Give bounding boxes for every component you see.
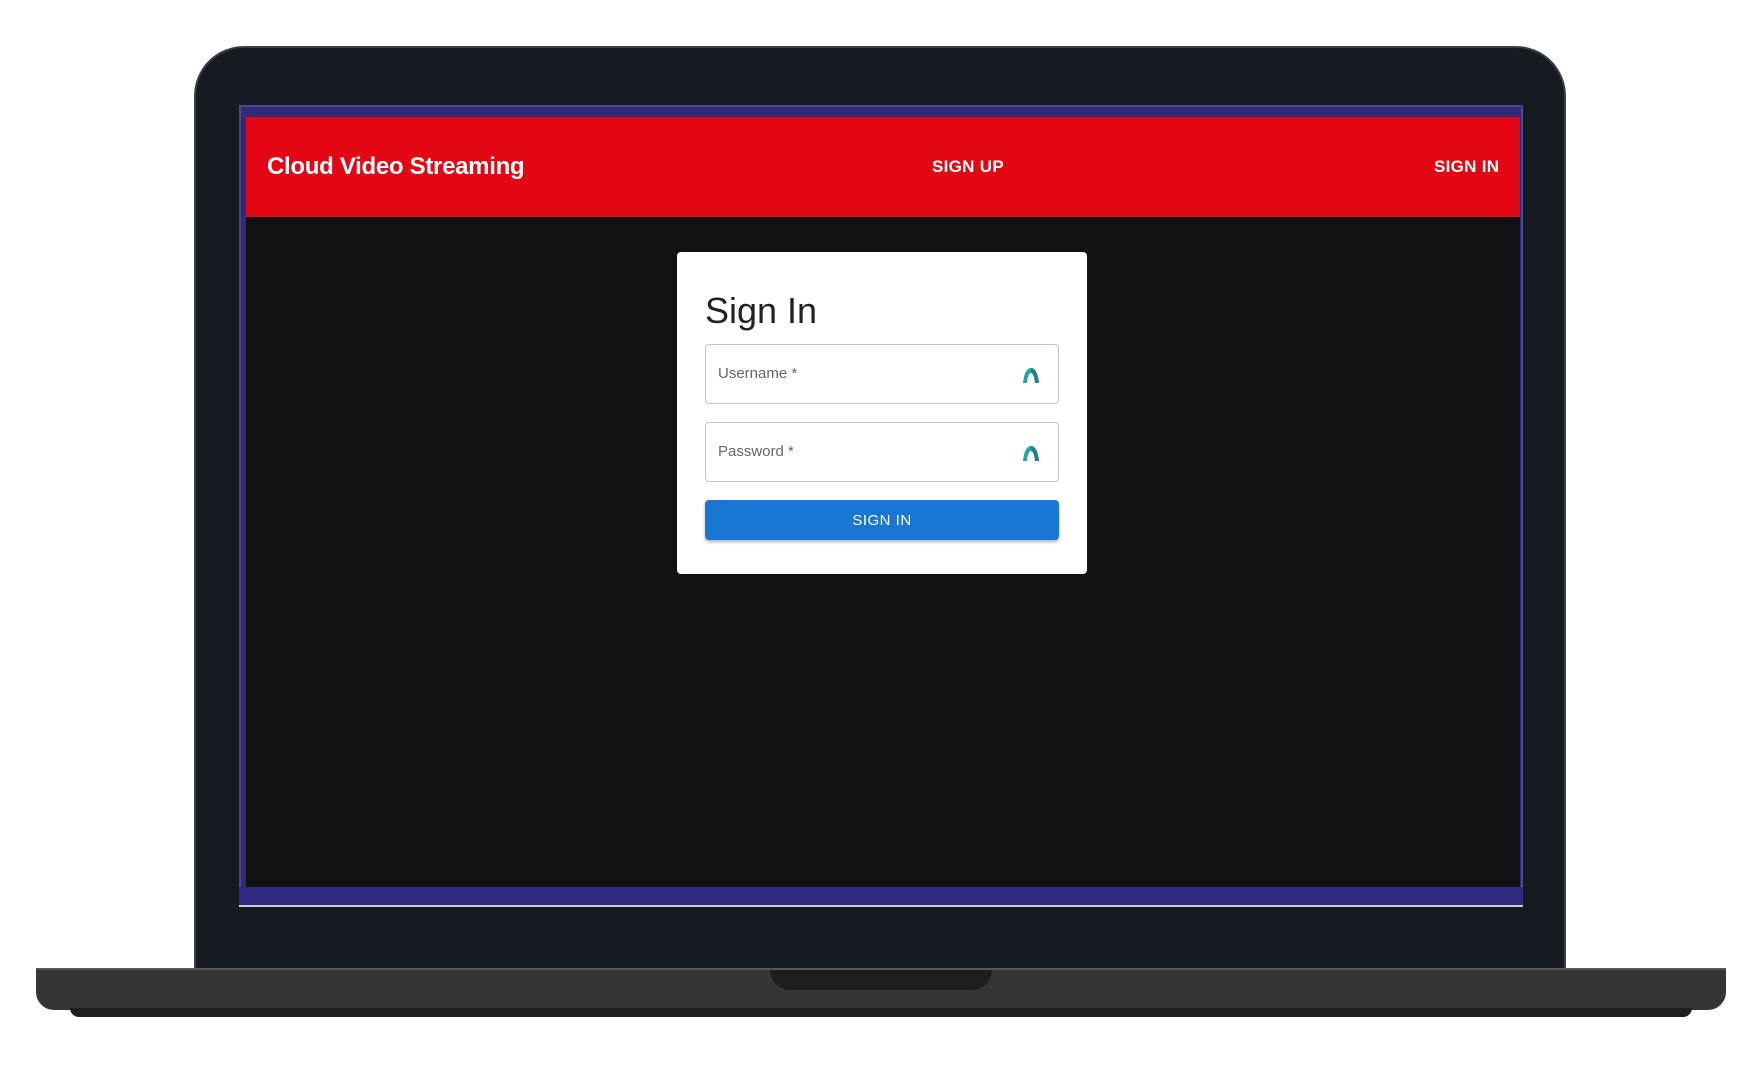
laptop-notch: [770, 970, 992, 990]
sign-in-card: Sign In Username * Password * SIGN IN: [677, 252, 1087, 574]
laptop-mockup: Cloud Video Streaming SIGN UP SIGN IN Si…: [0, 0, 1759, 1080]
password-field[interactable]: Password *: [705, 422, 1059, 482]
screen-bottom-strip: [239, 887, 1523, 907]
app-header: Cloud Video Streaming SIGN UP SIGN IN: [246, 117, 1520, 217]
username-field[interactable]: Username *: [705, 344, 1059, 404]
page-title: Sign In: [705, 290, 818, 331]
password-manager-icon[interactable]: [1021, 365, 1041, 385]
app-title[interactable]: Cloud Video Streaming: [267, 153, 525, 181]
username-input[interactable]: [706, 345, 1058, 403]
sign-in-button[interactable]: SIGN IN: [705, 500, 1059, 540]
password-input[interactable]: [706, 423, 1058, 481]
browser-viewport: Cloud Video Streaming SIGN UP SIGN IN Si…: [246, 117, 1520, 887]
laptop-base-shadow: [70, 1008, 1692, 1017]
password-manager-icon[interactable]: [1021, 443, 1041, 463]
nav-sign-in-link[interactable]: SIGN IN: [1434, 157, 1499, 177]
nav-sign-up-link[interactable]: SIGN UP: [932, 157, 1004, 177]
